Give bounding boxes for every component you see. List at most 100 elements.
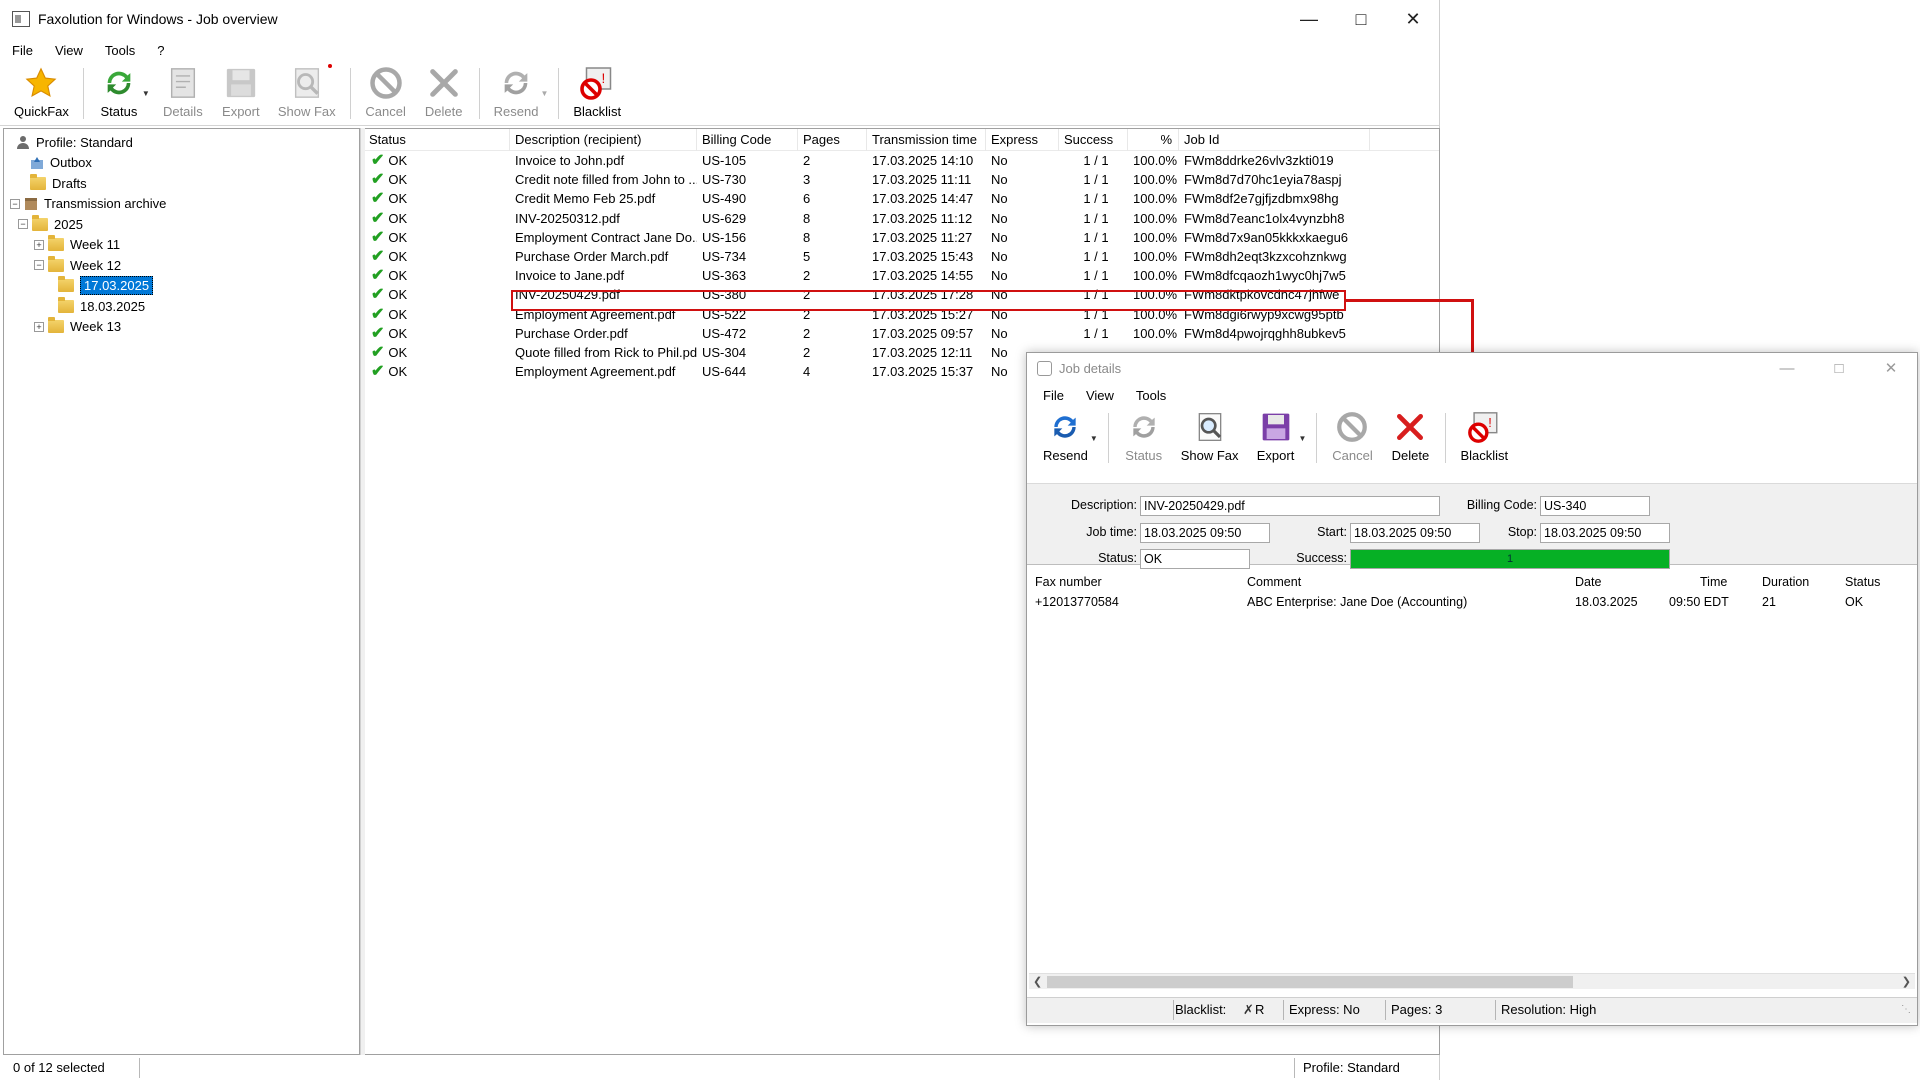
table-row[interactable]: ✔ OK Invoice to John.pdf US-105 2 17.03.2025 …	[365, 151, 1439, 170]
comment-cell[interactable]: ABC Enterprise: Jane Doe (Accounting)	[1247, 595, 1467, 609]
col-percent[interactable]: %	[1129, 129, 1179, 151]
details-show-fax-button[interactable]: Show Fax	[1173, 407, 1247, 469]
details-menu-file[interactable]: File	[1043, 388, 1064, 403]
duration-cell[interactable]: 21	[1762, 595, 1776, 609]
job-list-header: Status Description (recipient) Billing C…	[365, 129, 1439, 151]
menu-tools[interactable]: Tools	[105, 43, 135, 58]
show-fax-button[interactable]: Show Fax	[270, 62, 344, 125]
cancel-button[interactable]: Cancel	[357, 62, 415, 125]
table-row[interactable]: ✔ OK Invoice to Jane.pdf US-363 2 17.03.2025 …	[365, 266, 1439, 285]
tree-outbox[interactable]: Outbox	[4, 153, 359, 174]
quickfax-button[interactable]: QuickFax	[6, 62, 77, 125]
col-job-id[interactable]: Job Id	[1180, 129, 1370, 151]
details-resend-button[interactable]: Resend	[1035, 407, 1096, 469]
scroll-thumb[interactable]	[1047, 976, 1573, 988]
col-success[interactable]: Success	[1060, 129, 1128, 151]
scroll-right-icon[interactable]: ❯	[1902, 974, 1911, 990]
job-time-field[interactable]: 18.03.2025 09:50	[1140, 523, 1270, 543]
tree-archive[interactable]: − Transmission archive	[4, 194, 359, 215]
details-blacklist-button[interactable]: ! Blacklist	[1452, 407, 1516, 469]
status-bar: 0 of 12 selected Profile: Standard	[3, 1056, 1440, 1080]
stop-field[interactable]: 18.03.2025 09:50	[1540, 523, 1670, 543]
expand-icon[interactable]: +	[34, 239, 44, 250]
col-express[interactable]: Express	[987, 129, 1059, 151]
start-field[interactable]: 18.03.2025 09:50	[1350, 523, 1480, 543]
collapse-icon[interactable]: −	[10, 198, 20, 209]
blacklist-button[interactable]: ! Blacklist	[565, 62, 629, 125]
tree-week-12[interactable]: − Week 12	[4, 255, 359, 276]
menu-file[interactable]: File	[12, 43, 33, 58]
tree-drafts[interactable]: Drafts	[4, 173, 359, 194]
table-row[interactable]: ✔ OK Credit note filled from John to ... US…	[365, 170, 1439, 189]
date-cell[interactable]: 18.03.2025	[1575, 595, 1638, 609]
export-button[interactable]: Export	[212, 62, 270, 125]
details-export-button[interactable]: Export	[1247, 407, 1305, 469]
code-cell: US-472	[702, 325, 747, 341]
details-button[interactable]: Details	[154, 62, 212, 125]
save-icon	[1257, 408, 1295, 446]
status-button[interactable]: Status	[90, 62, 148, 125]
fax-number-cell[interactable]: +12013770584	[1035, 595, 1119, 609]
table-row[interactable]: ✔ OK Credit Memo Feb 25.pdf US-490 6 17.03.20…	[365, 189, 1439, 208]
express-cell: No	[991, 268, 1008, 284]
table-row[interactable]: ✔ OK Purchase Order March.pdf US-734 5 17.03.…	[365, 247, 1439, 266]
pages-cell: 2	[803, 306, 811, 322]
expand-icon[interactable]: +	[34, 321, 44, 332]
col-billing-code[interactable]: Billing Code	[698, 129, 798, 151]
tree-year-2025[interactable]: − 2025	[4, 214, 359, 235]
status-field[interactable]: OK	[1140, 549, 1250, 569]
col-transmission-time[interactable]: Transmission time	[868, 129, 986, 151]
pages-cell: 6	[803, 191, 811, 207]
col-time[interactable]: Time	[1700, 575, 1727, 589]
collapse-icon[interactable]: −	[34, 260, 44, 271]
col-fax-number[interactable]: Fax number	[1035, 575, 1102, 589]
col-date[interactable]: Date	[1575, 575, 1601, 589]
tree-day-18-03[interactable]: 18.03.2025	[4, 296, 359, 317]
details-maximize-button[interactable]: □	[1813, 353, 1865, 383]
delete-button[interactable]: Delete	[415, 62, 473, 125]
table-row[interactable]: ✔ OK INV-20250429.pdf US-380 2 17.03.2025 17:…	[365, 285, 1439, 304]
maximize-button[interactable]: □	[1335, 0, 1387, 38]
status-cell[interactable]: OK	[1845, 595, 1863, 609]
outbox-icon	[30, 156, 44, 170]
collapse-icon[interactable]: −	[18, 219, 28, 230]
description-field[interactable]: INV-20250429.pdf	[1140, 496, 1440, 516]
col-pages[interactable]: Pages	[799, 129, 867, 151]
billing-code-field[interactable]: US-340	[1540, 496, 1650, 516]
prohibited-icon	[1333, 408, 1371, 446]
tree-day-17-03[interactable]: 17.03.2025	[4, 276, 359, 297]
details-menu-tools[interactable]: Tools	[1136, 388, 1166, 403]
col-status[interactable]: Status	[365, 129, 510, 151]
app-icon	[12, 11, 30, 27]
col-description[interactable]: Description (recipient)	[511, 129, 697, 151]
horizontal-scrollbar[interactable]: ❮ ❯	[1029, 973, 1915, 989]
col-duration[interactable]: Duration	[1762, 575, 1809, 589]
menu-view[interactable]: View	[55, 43, 83, 58]
details-delete-button[interactable]: Delete	[1381, 407, 1439, 469]
table-row[interactable]: ✔ OK Employment Contract Jane Do... US-156 8…	[365, 228, 1439, 247]
job-time-label: Job time:	[1086, 525, 1137, 539]
time-cell[interactable]: 09:50 EDT	[1669, 595, 1729, 609]
tree-week-13[interactable]: + Week 13	[4, 317, 359, 338]
details-menu-view[interactable]: View	[1086, 388, 1114, 403]
billing-code-label: Billing Code:	[1466, 498, 1537, 512]
details-minimize-button[interactable]: —	[1761, 353, 1813, 383]
tree-profile[interactable]: Profile: Standard	[4, 132, 359, 153]
desc-cell: Purchase Order.pdf	[515, 325, 628, 341]
tree-week-11[interactable]: + Week 11	[4, 235, 359, 256]
col-status[interactable]: Status	[1845, 575, 1880, 589]
details-close-button[interactable]: ✕	[1865, 353, 1917, 383]
table-row[interactable]: ✔ OK Employment Agreement.pdf US-522 2 17.03.…	[365, 305, 1439, 324]
table-row[interactable]: ✔ OK Purchase Order.pdf US-472 2 17.03.2025 0…	[365, 324, 1439, 343]
pct-cell: 100.0%	[1133, 325, 1178, 341]
details-cancel-button[interactable]: Cancel	[1323, 407, 1381, 469]
table-row[interactable]: ✔ OK INV-20250312.pdf US-629 8 17.03.2025 11:…	[365, 209, 1439, 228]
resize-grip-icon[interactable]: ⋱	[1901, 1004, 1911, 1015]
resend-button[interactable]: Resend	[486, 62, 547, 125]
details-status-button[interactable]: Status	[1115, 407, 1173, 469]
minimize-button[interactable]: —	[1283, 0, 1335, 38]
menu-help[interactable]: ?	[157, 43, 164, 58]
scroll-left-icon[interactable]: ❮	[1033, 974, 1042, 990]
close-button[interactable]: ✕	[1387, 0, 1439, 38]
col-comment[interactable]: Comment	[1247, 575, 1301, 589]
